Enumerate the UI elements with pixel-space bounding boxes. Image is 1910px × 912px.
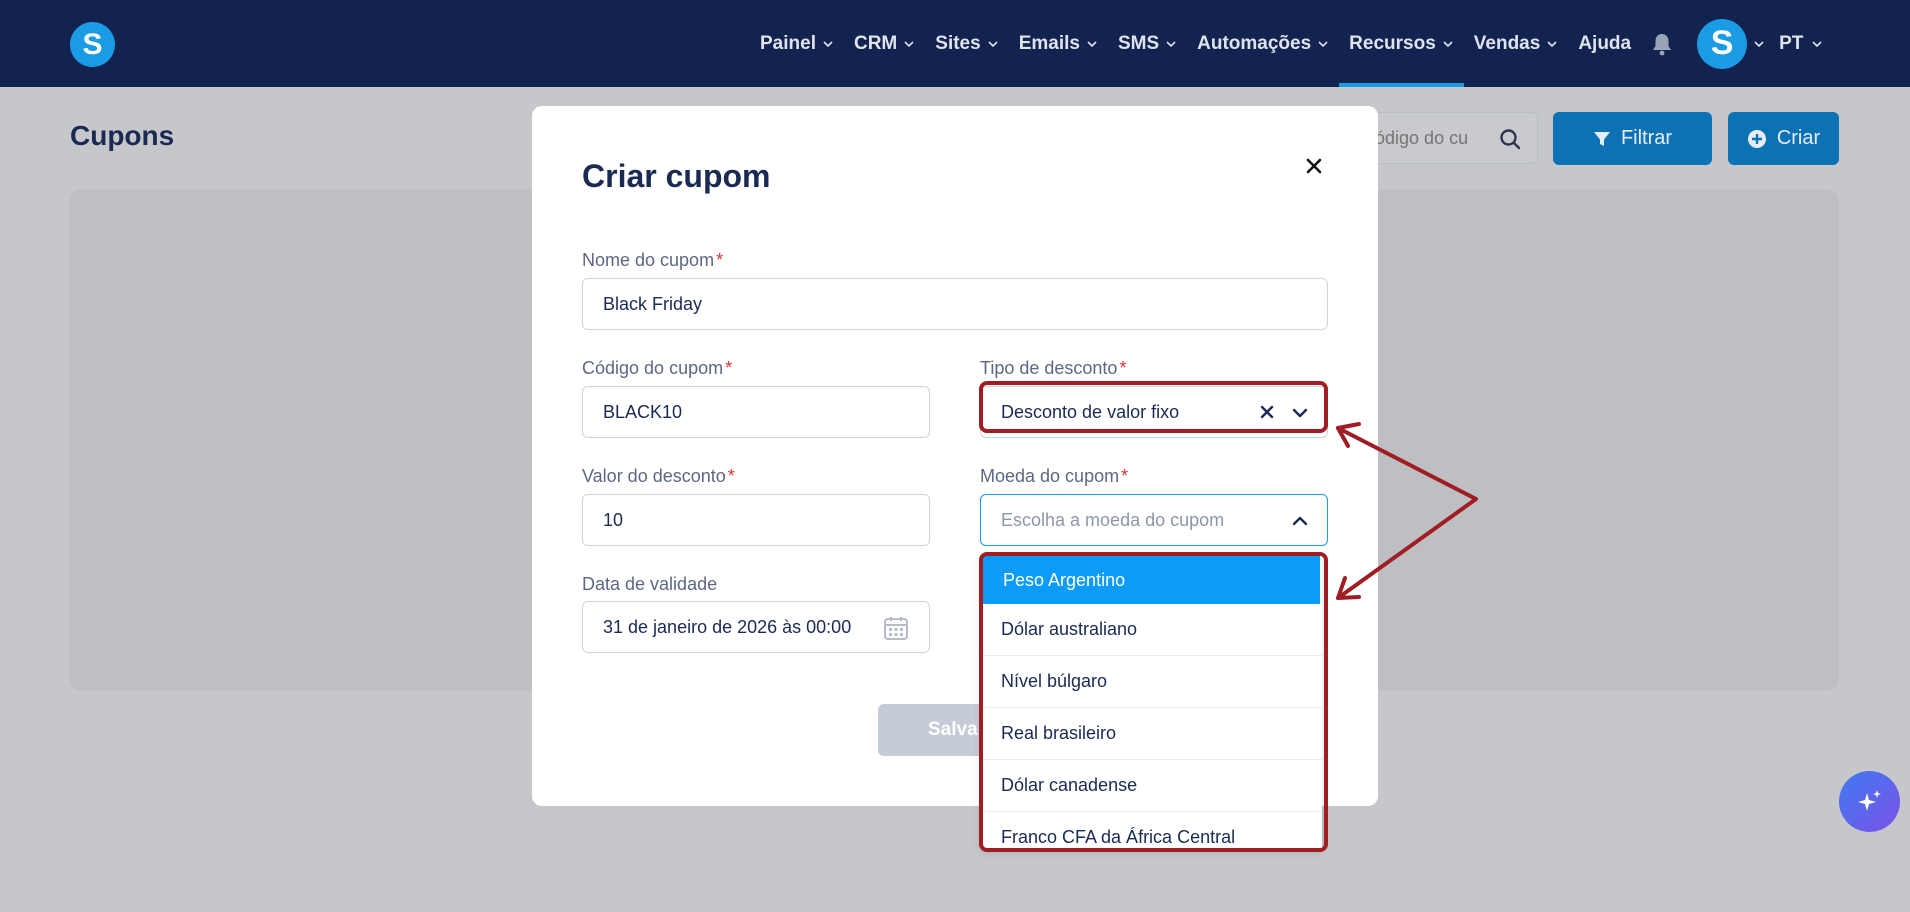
chevron-down-icon <box>1547 40 1557 47</box>
bell-icon[interactable] <box>1651 32 1673 56</box>
currency-option[interactable]: Nível búlgaro <box>981 656 1322 708</box>
nav-item-label: Recursos <box>1349 32 1436 54</box>
ai-assistant-button[interactable] <box>1839 771 1900 832</box>
top-navbar: S Painel CRM Sites Emails SMS Automações… <box>0 0 1910 87</box>
nav-item-emails[interactable]: Emails <box>1019 0 1098 87</box>
chevron-down-icon <box>904 40 914 47</box>
modal-title: Criar cupom <box>582 158 771 194</box>
nav-item-label: Automações <box>1197 32 1312 54</box>
nav-item-automacoes[interactable]: Automações <box>1197 0 1329 87</box>
currency-option[interactable]: Franco CFA da África Central <box>981 812 1322 849</box>
nav-item-label: Ajuda <box>1578 32 1632 54</box>
currency-label: Moeda do cupom * <box>980 466 1129 486</box>
chevron-down-icon <box>823 40 833 47</box>
currency-option[interactable]: Dólar australiano <box>981 604 1322 656</box>
app-logo[interactable]: S <box>70 22 115 67</box>
nav-item-ajuda[interactable]: Ajuda <box>1578 0 1631 87</box>
nav-item-label: SMS <box>1117 32 1160 54</box>
currency-option[interactable]: Dólar canadense <box>981 760 1322 812</box>
currency-dropdown-list: Peso Argentino Dólar australiano Nível b… <box>981 554 1322 849</box>
discount-type-label: Tipo de desconto * <box>980 358 1127 378</box>
filter-icon <box>1593 131 1610 146</box>
chevron-up-icon[interactable] <box>1291 512 1309 530</box>
nav-item-label: Emails <box>1018 32 1080 54</box>
expiry-date-input[interactable]: 31 de janeiro de 2026 às 00:00 <box>582 601 930 653</box>
nav-item-label: Painel <box>760 32 816 54</box>
filter-button[interactable]: Filtrar <box>1553 112 1712 165</box>
chevron-down-icon <box>1812 40 1822 47</box>
clear-icon[interactable] <box>1259 404 1275 420</box>
chevron-down-icon <box>1443 40 1453 47</box>
sparkles-icon <box>1857 789 1881 811</box>
nav-item-label: Sites <box>935 32 981 54</box>
plus-circle-icon <box>1747 129 1766 148</box>
calendar-icon[interactable] <box>883 615 909 641</box>
create-label: Criar <box>1776 127 1821 149</box>
close-icon[interactable] <box>1302 154 1326 178</box>
filter-label: Filtrar <box>1620 127 1673 149</box>
coupon-code-label: Código do cupom * <box>582 358 733 378</box>
coupon-code-input[interactable]: BLACK10 <box>582 386 930 438</box>
chevron-down-icon[interactable] <box>1753 38 1765 50</box>
chevron-down-icon <box>1166 40 1176 47</box>
language-selector[interactable]: PT <box>1779 33 1823 55</box>
nav-item-label: Vendas <box>1473 32 1541 54</box>
chevron-down-icon <box>1318 40 1328 47</box>
currency-select[interactable]: Escolha a moeda do cupom <box>980 494 1328 546</box>
save-label: Salvar <box>928 719 986 740</box>
coupon-name-input[interactable]: Black Friday <box>582 278 1328 330</box>
nav-item-sites[interactable]: Sites <box>935 0 998 87</box>
search-icon[interactable] <box>1499 128 1521 150</box>
chevron-down-icon[interactable] <box>1291 404 1309 422</box>
nav-item-painel[interactable]: Painel <box>760 0 834 87</box>
nav-item-vendas[interactable]: Vendas <box>1474 0 1559 87</box>
currency-option[interactable]: Peso Argentino <box>983 556 1320 604</box>
discount-value-label: Valor do desconto * <box>582 466 735 486</box>
nav-menu: Painel CRM Sites Emails SMS Automações R… <box>760 0 1823 87</box>
page-title: Cupons <box>70 120 175 151</box>
create-button[interactable]: Criar <box>1728 112 1839 165</box>
currency-option[interactable]: Real brasileiro <box>981 708 1322 760</box>
nav-item-recursos[interactable]: Recursos <box>1339 0 1464 87</box>
nav-item-label: CRM <box>853 32 898 54</box>
nav-item-sms[interactable]: SMS <box>1118 0 1177 87</box>
chevron-down-icon <box>1087 40 1097 47</box>
discount-value-input[interactable]: 10 <box>582 494 930 546</box>
expiry-date-label: Data de validade <box>582 574 718 594</box>
nav-item-crm[interactable]: CRM <box>854 0 915 87</box>
chevron-down-icon <box>988 40 998 47</box>
discount-type-select[interactable]: Desconto de valor fixo <box>980 386 1328 438</box>
avatar[interactable]: S <box>1697 18 1748 69</box>
coupon-name-label: Nome do cupom * <box>582 250 724 270</box>
language-label: PT <box>1779 32 1804 54</box>
